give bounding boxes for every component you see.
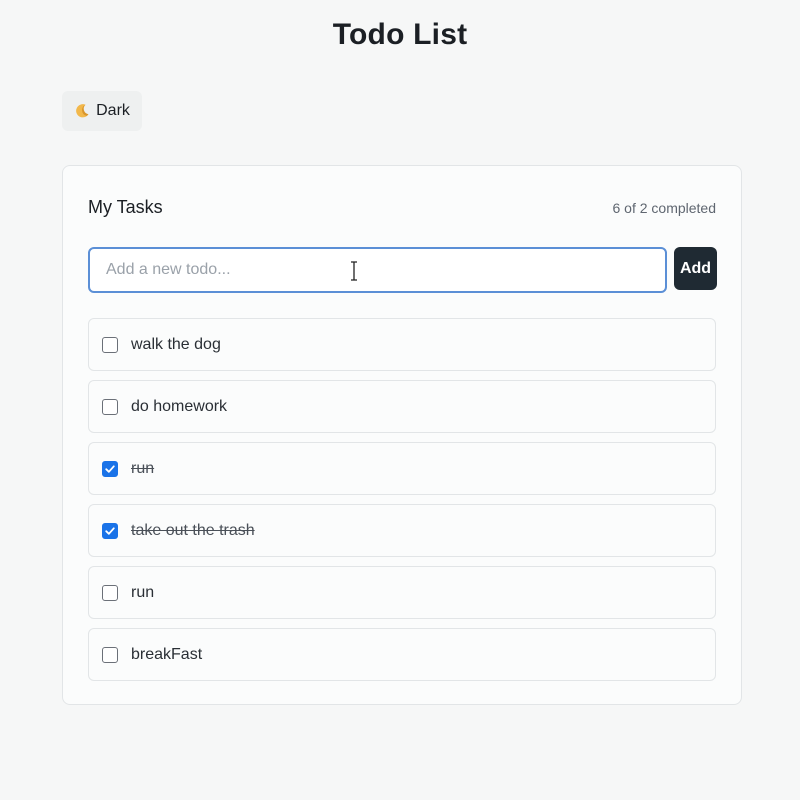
todo-item: run xyxy=(88,442,716,495)
checkmark-icon xyxy=(105,526,115,535)
todo-text: run xyxy=(131,459,155,477)
new-todo-input[interactable] xyxy=(88,247,667,293)
theme-toggle-label: Dark xyxy=(96,102,130,119)
completed-count: 6 of 2 completed xyxy=(612,200,716,216)
todo-checkbox[interactable] xyxy=(102,398,118,415)
todo-item: walk the dog xyxy=(88,318,716,371)
todo-text: breakFast xyxy=(131,645,203,663)
todo-checkbox[interactable] xyxy=(102,336,118,353)
todo-item: take out the trash xyxy=(88,504,716,557)
todo-list: walk the dog do homework run take out th… xyxy=(88,318,717,690)
card-title: My Tasks xyxy=(88,197,163,217)
todo-item: do homework xyxy=(88,380,716,433)
todo-checkbox[interactable] xyxy=(102,584,118,601)
checkmark-icon xyxy=(105,464,115,473)
todo-item: run xyxy=(88,566,716,619)
todo-checkbox[interactable] xyxy=(102,460,118,477)
todo-item: breakFast xyxy=(88,628,716,681)
add-button[interactable]: Add xyxy=(674,247,717,290)
todo-checkbox[interactable] xyxy=(102,646,118,663)
tasks-card: My Tasks 6 of 2 completed Add walk the d… xyxy=(62,165,742,705)
theme-toggle-button[interactable]: Dark xyxy=(62,91,142,131)
todo-checkbox[interactable] xyxy=(102,522,118,539)
todo-app: Todo List Dark My Tasks 6 of 2 completed… xyxy=(0,0,800,800)
todo-text: take out the trash xyxy=(131,521,255,539)
moon-icon xyxy=(76,104,89,118)
page-title: Todo List xyxy=(332,18,468,51)
todo-text: run xyxy=(131,583,155,601)
todo-text: do homework xyxy=(131,397,228,415)
todo-text: walk the dog xyxy=(131,335,221,353)
